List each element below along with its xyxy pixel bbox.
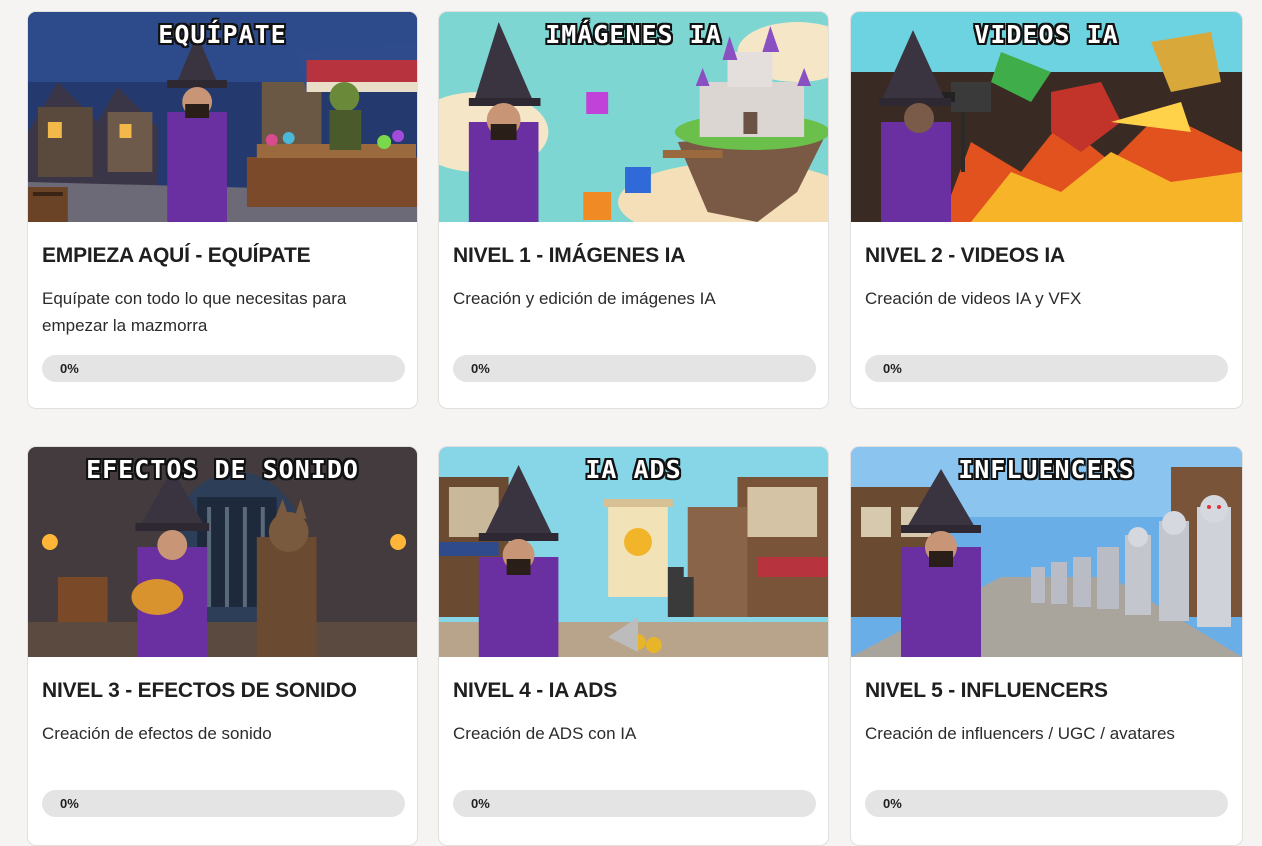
course-description: Creación de efectos de sonido	[42, 724, 272, 743]
course-card[interactable]: EFECTOS DE SONIDO NIVEL 3 - EFECTOS DE S…	[27, 446, 418, 846]
progress-bar: 0%	[453, 790, 816, 817]
thumbnail-banner: VIDEOS IA	[974, 20, 1119, 49]
course-title[interactable]: NIVEL 4 - IA ADS	[453, 679, 617, 703]
course-description: Equípate con todo lo que necesitas para …	[42, 289, 347, 335]
progress-bar: 0%	[865, 355, 1228, 382]
course-title[interactable]: NIVEL 3 - EFECTOS DE SONIDO	[42, 679, 357, 703]
course-card[interactable]: IA ADS NIVEL 4 - IA ADS Creación de ADS …	[438, 446, 829, 846]
course-card[interactable]: EQUÍPATE EMPIEZA AQUÍ - EQUÍPATE Equípat…	[27, 11, 418, 409]
thumbnail-banner: EFECTOS DE SONIDO	[86, 455, 359, 484]
progress-label: 0%	[60, 796, 79, 811]
progress-label: 0%	[471, 361, 490, 376]
course-thumbnail[interactable]: EQUÍPATE	[28, 12, 417, 222]
course-thumbnail[interactable]: IMÁGENES IA	[439, 12, 828, 222]
progress-label: 0%	[60, 361, 79, 376]
progress-bar: 0%	[42, 355, 405, 382]
progress-bar: 0%	[453, 355, 816, 382]
course-title[interactable]: NIVEL 5 - INFLUENCERS	[865, 679, 1108, 703]
course-thumbnail[interactable]: IA ADS	[439, 447, 828, 657]
course-grid: EQUÍPATE EMPIEZA AQUÍ - EQUÍPATE Equípat…	[0, 0, 1262, 846]
course-title[interactable]: NIVEL 2 - VIDEOS IA	[865, 244, 1065, 268]
thumbnail-banner: IA ADS	[585, 455, 682, 484]
course-description: Creación y edición de imágenes IA	[453, 289, 716, 308]
progress-bar: 0%	[42, 790, 405, 817]
course-thumbnail[interactable]: VIDEOS IA	[851, 12, 1242, 222]
course-card[interactable]: IMÁGENES IA NIVEL 1 - IMÁGENES IA Creaci…	[438, 11, 829, 409]
thumbnail-banner: EQUÍPATE	[158, 20, 287, 49]
thumbnail-banner: IMÁGENES IA	[545, 20, 722, 49]
course-thumbnail[interactable]: EFECTOS DE SONIDO	[28, 447, 417, 657]
progress-label: 0%	[883, 361, 902, 376]
course-thumbnail[interactable]: INFLUENCERS	[851, 447, 1242, 657]
course-description: Creación de videos IA y VFX	[865, 289, 1082, 308]
course-card[interactable]: VIDEOS IA NIVEL 2 - VIDEOS IA Creación d…	[850, 11, 1243, 409]
course-description: Creación de influencers / UGC / avatares	[865, 724, 1175, 743]
progress-label: 0%	[883, 796, 902, 811]
course-title[interactable]: NIVEL 1 - IMÁGENES IA	[453, 244, 685, 268]
course-title[interactable]: EMPIEZA AQUÍ - EQUÍPATE	[42, 244, 311, 268]
course-description: Creación de ADS con IA	[453, 724, 637, 743]
progress-bar: 0%	[865, 790, 1228, 817]
progress-label: 0%	[471, 796, 490, 811]
thumbnail-banner: INFLUENCERS	[958, 455, 1135, 484]
course-card[interactable]: INFLUENCERS NIVEL 5 - INFLUENCERS Creaci…	[850, 446, 1243, 846]
